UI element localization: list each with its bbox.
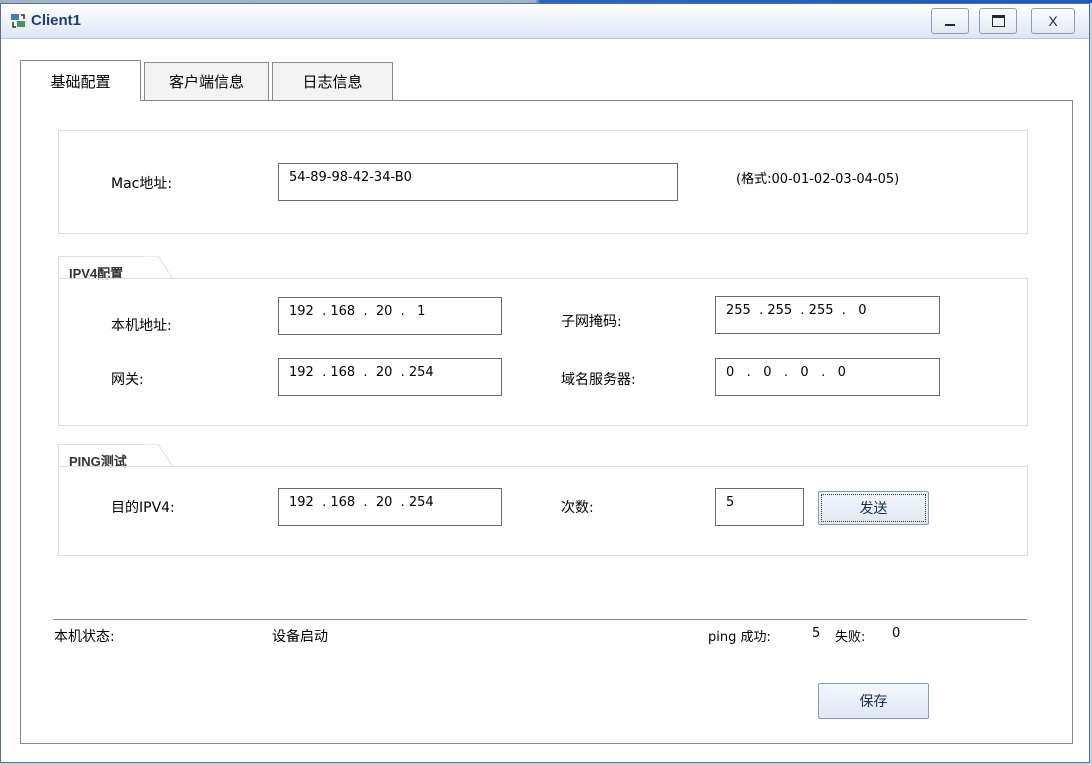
ping-success-label: ping 成功:	[708, 630, 771, 645]
tab-log-info[interactable]: 日志信息	[272, 62, 393, 100]
gateway-label: 网关:	[111, 372, 144, 388]
dns-server-input[interactable]: 0 . 0 . 0 . 0	[715, 358, 940, 396]
dns-server-label: 域名服务器:	[561, 372, 636, 388]
mac-label: Mac地址:	[111, 176, 173, 192]
ping-fail-count: 0	[892, 626, 901, 641]
subnet-mask-label: 子网掩码:	[561, 314, 622, 330]
save-label: 保存	[859, 694, 888, 710]
target-ip-input[interactable]: 192 . 168 . 20 . 254	[278, 488, 502, 526]
ping-success-count: 5	[812, 626, 821, 641]
ipv4-section: 本机地址: 192 . 168 . 20 . 1 子网掩码: 255 . 255…	[58, 278, 1028, 426]
ping-legend-slope	[143, 444, 173, 468]
title-bar[interactable]: Client1 X	[1, 4, 1089, 39]
save-button[interactable]: 保存	[818, 683, 929, 719]
subnet-mask-input[interactable]: 255 . 255 . 255 . 0	[715, 296, 940, 334]
close-button[interactable]: X	[1031, 8, 1075, 34]
local-ip-label: 本机地址:	[111, 318, 172, 334]
send-label: 发送	[859, 501, 888, 517]
maximize-button[interactable]	[979, 8, 1017, 34]
close-icon: X	[1048, 13, 1058, 29]
ping-count-input[interactable]: 5	[715, 488, 804, 526]
client-window: Client1 X 基础配置 客户端信息 日志信息 Mac地址: 54-89-9…	[0, 3, 1090, 763]
ipv4-legend-slope	[143, 256, 173, 280]
tab-label: 客户端信息	[168, 73, 244, 91]
minimize-icon	[945, 24, 955, 26]
gateway-input[interactable]: 192 . 168 . 20 . 254	[278, 358, 502, 396]
tab-client-info[interactable]: 客户端信息	[144, 62, 269, 100]
status-label: 本机状态:	[54, 629, 115, 645]
target-ip-label: 目的IPV4:	[111, 500, 175, 516]
tab-label: 基础配置	[50, 72, 111, 91]
ping-fail-label: 失败:	[835, 630, 866, 645]
mac-address-input[interactable]: 54-89-98-42-34-B0	[278, 163, 678, 201]
tab-label: 日志信息	[302, 73, 363, 91]
maximize-icon	[991, 15, 1005, 27]
tab-basic-config[interactable]: 基础配置	[20, 60, 141, 101]
mac-section: Mac地址: 54-89-98-42-34-B0 (格式:00-01-02-03…	[58, 130, 1028, 234]
app-icon	[9, 12, 27, 30]
ping-count-label: 次数:	[561, 500, 594, 516]
status-value: 设备启动	[272, 629, 328, 645]
minimize-button[interactable]	[931, 8, 969, 34]
window-title: Client1	[31, 12, 82, 29]
mac-format-hint: (格式:00-01-02-03-04-05)	[736, 172, 900, 187]
basic-config-panel: Mac地址: 54-89-98-42-34-B0 (格式:00-01-02-03…	[20, 100, 1073, 744]
local-ip-input[interactable]: 192 . 168 . 20 . 1	[278, 297, 502, 335]
status-divider	[53, 619, 1027, 620]
send-button[interactable]: 发送	[818, 491, 929, 525]
